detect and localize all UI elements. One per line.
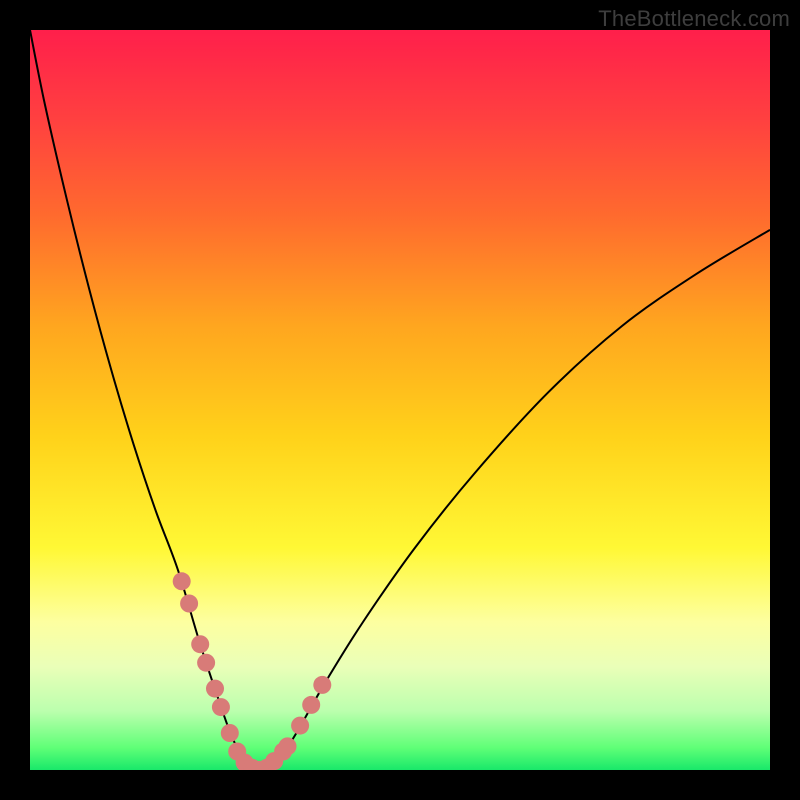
bottleneck-curve (30, 30, 770, 770)
marker-dot (313, 676, 331, 694)
chart-frame: TheBottleneck.com (0, 0, 800, 800)
watermark-text: TheBottleneck.com (598, 6, 790, 32)
curve-layer (30, 30, 770, 770)
marker-dot (279, 737, 297, 755)
marker-dots (173, 572, 332, 770)
marker-dot (206, 680, 224, 698)
marker-dot (180, 595, 198, 613)
marker-dot (191, 635, 209, 653)
marker-dot (221, 724, 239, 742)
marker-dot (173, 572, 191, 590)
marker-dot (302, 696, 320, 714)
marker-dot (197, 654, 215, 672)
marker-dot (291, 717, 309, 735)
plot-area (30, 30, 770, 770)
marker-dot (212, 698, 230, 716)
